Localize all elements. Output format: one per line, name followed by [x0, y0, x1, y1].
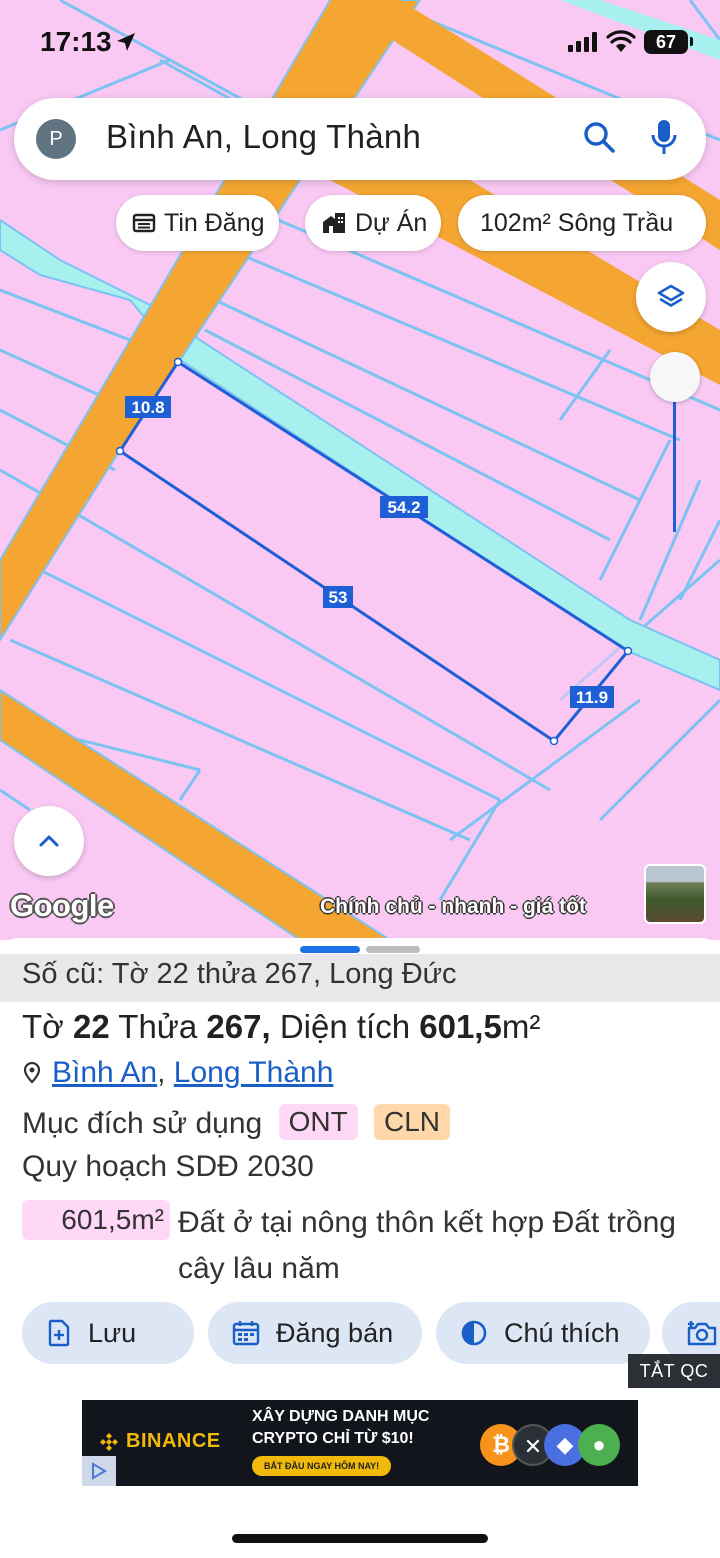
search-input[interactable]: Bình An, Long Thành: [106, 118, 421, 156]
app-root: 10.8 54.2 53 11.9 Google Chính chủ - nha…: [0, 0, 720, 1558]
legend-button[interactable]: Chú thích: [436, 1302, 650, 1364]
post-listing-button[interactable]: Đăng bán: [208, 1302, 422, 1364]
avatar[interactable]: P: [36, 119, 76, 159]
sheet-handle-inactive[interactable]: [366, 946, 420, 953]
land-use-row: Mục đích sử dụng ONT CLN: [22, 1104, 451, 1141]
legend-label: Chú thích: [504, 1317, 620, 1348]
edge-label-right: 11.9: [576, 688, 608, 707]
district-link[interactable]: Long Thành: [174, 1056, 334, 1089]
ad-info-icon[interactable]: [82, 1456, 116, 1486]
address-separator: ,: [157, 1056, 166, 1089]
clock: 17:13: [40, 26, 112, 57]
save-label: Lưu: [88, 1317, 137, 1348]
planning-heading: Quy hoạch SDĐ 2030: [22, 1150, 314, 1183]
chip-label: Dự Án: [355, 208, 428, 237]
location-pin-icon: [23, 1061, 41, 1084]
camera-icon: [687, 1321, 717, 1346]
ad-brand: BINANCE: [98, 1430, 221, 1453]
microphone-icon[interactable]: [648, 118, 680, 158]
google-logo: Google: [10, 888, 114, 923]
parcel-title: Tờ 22 Thửa 267, Diện tích 601,5m²: [22, 1008, 540, 1046]
planning-area-badge: 601,5m²: [22, 1200, 170, 1240]
planning-description: Đất ở tại nông thôn kết hợp Đất trồng câ…: [178, 1206, 676, 1285]
legend-icon: [461, 1320, 487, 1346]
cellular-signal-icon: [568, 32, 597, 52]
sheet-handle-active[interactable]: [300, 946, 360, 953]
layers-button[interactable]: [636, 262, 706, 332]
ad-headline-1: XÂY DỰNG DANH MỤC: [252, 1408, 430, 1425]
edge-label-right-top: 54.2: [387, 498, 420, 517]
chevron-up-icon: [39, 835, 59, 847]
chip-label: Tin Đăng: [164, 208, 265, 237]
old-parcel-text: Số cũ: Tờ 22 thửa 267, Long Đức: [22, 958, 457, 990]
ad-brand-text: BINANCE: [126, 1430, 221, 1452]
layers-icon: [657, 284, 685, 307]
edge-label-top: 10.8: [131, 398, 164, 417]
area-label: Diện tích: [279, 1008, 411, 1045]
address-row: Bình An, Long Thành: [22, 1056, 333, 1090]
listing-icon: [132, 213, 156, 233]
lot-label: Thửa: [118, 1008, 198, 1045]
edge-label-bottom: 53: [329, 588, 348, 607]
play-icon: [92, 1462, 107, 1480]
expand-sheet-button[interactable]: [14, 806, 84, 876]
sheet-number: 22: [72, 1008, 110, 1045]
commune-link[interactable]: Bình An: [52, 1056, 157, 1089]
chip-tin-dang[interactable]: Tin Đăng: [116, 195, 279, 251]
battery-level: 67: [644, 30, 688, 54]
old-parcel-info: Số cũ: Tờ 22 thửa 267, Long Đức: [0, 954, 720, 1002]
calendar-icon: [232, 1321, 260, 1346]
chip-du-an[interactable]: Dự Án: [305, 195, 442, 251]
ad-cta[interactable]: BẮT ĐẦU NGAY HÔM NAY!: [252, 1456, 392, 1476]
promo-caption[interactable]: Chính chủ - nhanh - giá tốt: [320, 895, 586, 919]
area-value: 601,5: [419, 1008, 502, 1045]
chip-song-trau[interactable]: 102m² Sông Trầu: [458, 195, 706, 251]
pepe-coin-icon: ●: [578, 1424, 620, 1466]
save-icon: [48, 1319, 70, 1347]
search-icon[interactable]: [582, 120, 618, 156]
ad-banner[interactable]: BINANCE XÂY DỰNG DANH MỤC CRYPTO CHỈ TỪ …: [82, 1400, 638, 1486]
status-bar: 17:13 67: [0, 0, 720, 88]
land-use-tag-ont[interactable]: ONT: [278, 1104, 358, 1140]
area-unit: m²: [501, 1008, 541, 1045]
location-arrow-icon: [117, 33, 135, 51]
promo-thumbnail[interactable]: [644, 864, 706, 924]
close-ad-button[interactable]: TẮT QC: [628, 1354, 720, 1388]
building-icon: [323, 213, 345, 233]
ad-headline-2: CRYPTO CHỈ TỪ $10!: [252, 1430, 414, 1447]
zoom-slider-track[interactable]: [673, 380, 676, 532]
lot-number: 267,: [206, 1008, 271, 1045]
binance-logo-icon: [100, 1432, 118, 1451]
zoom-slider-handle[interactable]: [650, 352, 700, 402]
land-use-tag-cln[interactable]: CLN: [374, 1104, 451, 1140]
post-listing-label: Đăng bán: [276, 1317, 394, 1348]
sheet-label-to: Tờ: [22, 1008, 64, 1045]
parcel-info-sheet[interactable]: Số cũ: Tờ 22 thửa 267, Long Đức Tờ 22 Th…: [0, 938, 720, 1558]
save-button[interactable]: Lưu: [22, 1302, 194, 1364]
battery-tip: [690, 37, 693, 46]
home-indicator[interactable]: [232, 1534, 488, 1543]
land-use-label: Mục đích sử dụng: [22, 1107, 263, 1140]
chip-label: 102m² Sông Trầu: [480, 208, 674, 237]
wifi-icon: [606, 30, 636, 52]
search-bar[interactable]: P Bình An, Long Thành: [14, 98, 706, 180]
